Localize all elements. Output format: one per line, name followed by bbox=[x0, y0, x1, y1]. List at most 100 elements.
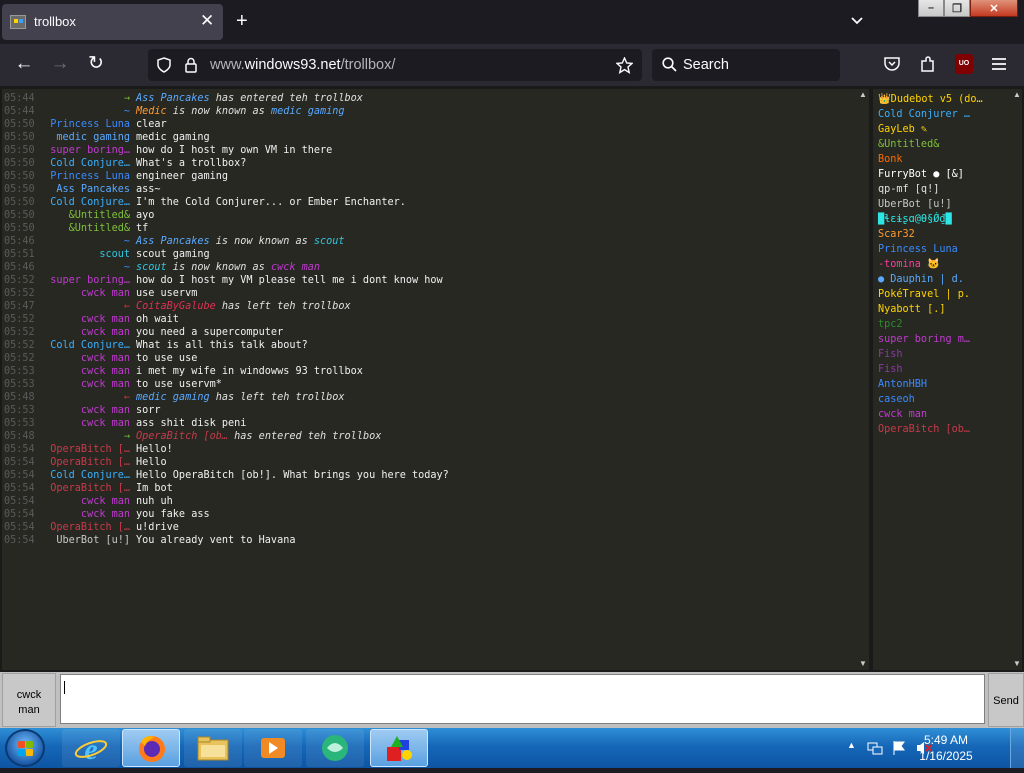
action-center-flag-icon[interactable] bbox=[891, 740, 907, 756]
user-list-item[interactable]: █ɬɛɨʂɑ@Ɵ§Ǿ₫█ bbox=[878, 213, 1008, 226]
search-box[interactable]: Search bbox=[652, 49, 840, 81]
message-nick[interactable]: &Untitled& bbox=[69, 209, 130, 222]
message-nick[interactable]: cwck man bbox=[81, 404, 130, 417]
user-list-item[interactable]: ● Dauphin | d. bbox=[878, 273, 1008, 286]
message-nick[interactable]: OperaBitch [… bbox=[50, 443, 130, 456]
new-tab-icon[interactable]: + bbox=[236, 11, 248, 31]
menu-hamburger-icon[interactable] bbox=[990, 55, 1008, 73]
chat-message: 05:51 scout scout gaming bbox=[2, 248, 857, 261]
message-nick[interactable]: Cold Conjure… bbox=[50, 196, 130, 209]
chat-app-taskbar-button[interactable] bbox=[306, 729, 364, 767]
bookmark-star-icon[interactable] bbox=[616, 57, 633, 74]
message-nick[interactable]: super boring… bbox=[50, 144, 130, 157]
user-list-item[interactable]: Fish bbox=[878, 363, 1008, 376]
user-list-item[interactable]: FurryBot ● [&] bbox=[878, 168, 1008, 181]
send-button[interactable]: Send bbox=[988, 673, 1024, 727]
close-tab-icon[interactable]: ✕ bbox=[200, 12, 214, 29]
pocket-icon[interactable] bbox=[883, 55, 901, 73]
message-nick[interactable]: Princess Luna bbox=[50, 170, 130, 183]
message-nick[interactable]: UberBot [u!] bbox=[56, 534, 130, 547]
start-button[interactable] bbox=[5, 729, 45, 767]
extensions-puzzle-icon[interactable] bbox=[919, 55, 937, 73]
close-window-button[interactable]: ✕ bbox=[970, 0, 1018, 17]
message-text: Im bot bbox=[136, 483, 173, 494]
scroll-up-icon[interactable]: ▲ bbox=[858, 90, 868, 100]
url-text[interactable]: www.windows93.net/trollbox/ bbox=[210, 57, 395, 73]
chat-message: 05:52 cwck man you need a supercomputer bbox=[2, 326, 857, 339]
message-nick[interactable]: medic gaming bbox=[56, 131, 130, 144]
users-scrollbar[interactable]: ▲ ▼ bbox=[1011, 89, 1023, 670]
ublock-origin-icon[interactable]: UO bbox=[955, 54, 973, 74]
message-nick[interactable]: Princess Luna bbox=[50, 118, 130, 131]
user-list-item[interactable]: Scar32 bbox=[878, 228, 1008, 241]
lock-icon[interactable] bbox=[184, 57, 198, 73]
chat-scrollbar[interactable]: ▲ ▼ bbox=[857, 89, 869, 670]
user-list-item[interactable]: AntonHBH bbox=[878, 378, 1008, 391]
scroll-down-icon[interactable]: ▼ bbox=[1012, 659, 1022, 669]
forward-arrow-icon[interactable]: → bbox=[50, 54, 70, 74]
message-nick[interactable]: Ass Pancakes bbox=[56, 183, 130, 196]
message-nick[interactable]: cwck man bbox=[81, 417, 130, 430]
message-nick[interactable]: Cold Conjure… bbox=[50, 157, 130, 170]
message-nick[interactable]: super boring… bbox=[50, 274, 130, 287]
show-hidden-icons-icon[interactable]: ▲ bbox=[847, 740, 856, 750]
scroll-down-icon[interactable]: ▼ bbox=[858, 659, 868, 669]
message-nick[interactable]: cwck man bbox=[81, 508, 130, 521]
user-list-item[interactable]: 👑Dudebot v5 (do… bbox=[878, 93, 1008, 106]
system-clock[interactable]: 5:49 AM 1/16/2025 bbox=[918, 732, 974, 764]
user-list-item[interactable]: UberBot [u!] bbox=[878, 198, 1008, 211]
user-list-item[interactable]: -tomina 🐱 bbox=[878, 258, 1008, 271]
chat-message: 05:54 cwck man nuh uh bbox=[2, 495, 857, 508]
file-explorer-taskbar-button[interactable] bbox=[184, 729, 242, 767]
message-nick[interactable]: Cold Conjure… bbox=[50, 339, 130, 352]
user-list-item[interactable]: &Untitled& bbox=[878, 138, 1008, 151]
message-nick[interactable]: OperaBitch [… bbox=[50, 456, 130, 469]
system-message: 05:48 ← medic gaming has left teh trollbox bbox=[2, 391, 857, 404]
message-nick[interactable]: cwck man bbox=[81, 495, 130, 508]
minimize-button[interactable]: – bbox=[918, 0, 944, 17]
message-input[interactable] bbox=[60, 674, 985, 724]
back-arrow-icon[interactable]: ← bbox=[14, 54, 34, 74]
network-icon[interactable] bbox=[867, 740, 883, 756]
firefox-taskbar-button[interactable] bbox=[122, 729, 180, 767]
message-nick[interactable]: Cold Conjure… bbox=[50, 469, 130, 482]
scroll-up-icon[interactable]: ▲ bbox=[1012, 90, 1022, 100]
message-nick[interactable]: scout bbox=[99, 248, 130, 261]
user-list-item[interactable]: caseoh bbox=[878, 393, 1008, 406]
user-list-item[interactable]: Bonk bbox=[878, 153, 1008, 166]
user-list-item[interactable]: OperaBitch [ob… bbox=[878, 423, 1008, 436]
shield-icon[interactable] bbox=[156, 57, 172, 73]
user-list-item[interactable]: cwck man bbox=[878, 408, 1008, 421]
message-nick[interactable]: cwck man bbox=[81, 352, 130, 365]
message-nick[interactable]: &Untitled& bbox=[69, 222, 130, 235]
user-list-item[interactable]: qp-mf [q!] bbox=[878, 183, 1008, 196]
message-nick[interactable]: cwck man bbox=[81, 313, 130, 326]
event-arrow: ~ bbox=[123, 236, 130, 247]
windows93-taskbar-button[interactable] bbox=[370, 729, 428, 767]
user-list-item[interactable]: PokéTravel | p. bbox=[878, 288, 1008, 301]
message-nick[interactable]: cwck man bbox=[81, 287, 130, 300]
show-desktop-button[interactable] bbox=[1010, 728, 1024, 768]
maximize-button[interactable]: ❐ bbox=[944, 0, 970, 17]
internet-explorer-taskbar-button[interactable]: e bbox=[62, 729, 120, 767]
user-list-item[interactable]: super boring m… bbox=[878, 333, 1008, 346]
message-nick[interactable]: cwck man bbox=[81, 365, 130, 378]
chat-message: 05:50 Princess Luna engineer gaming bbox=[2, 170, 857, 183]
user-list-item[interactable]: Nyabott [.] bbox=[878, 303, 1008, 316]
message-nick[interactable]: OperaBitch [… bbox=[50, 482, 130, 495]
user-list-item[interactable]: tpc2 bbox=[878, 318, 1008, 331]
reload-icon[interactable]: ↻ bbox=[86, 54, 106, 74]
message-nick[interactable]: cwck man bbox=[81, 326, 130, 339]
user-list-item[interactable]: GayLeb ✎ bbox=[878, 123, 1008, 136]
nickname-button[interactable]: cwck man bbox=[2, 673, 56, 727]
user-list-item[interactable]: Cold Conjurer … bbox=[878, 108, 1008, 121]
media-player-taskbar-button[interactable] bbox=[244, 729, 302, 767]
address-bar[interactable]: www.windows93.net/trollbox/ bbox=[148, 49, 642, 81]
message-text: medic gaming has left teh trollbox bbox=[136, 391, 345, 404]
message-nick[interactable]: cwck man bbox=[81, 378, 130, 391]
user-list-item[interactable]: Fish bbox=[878, 348, 1008, 361]
message-nick[interactable]: OperaBitch [… bbox=[50, 521, 130, 534]
list-tabs-chevron-down-icon[interactable] bbox=[850, 14, 864, 28]
tab-trollbox[interactable]: trollbox ✕ bbox=[2, 4, 223, 40]
user-list-item[interactable]: Princess Luna bbox=[878, 243, 1008, 256]
